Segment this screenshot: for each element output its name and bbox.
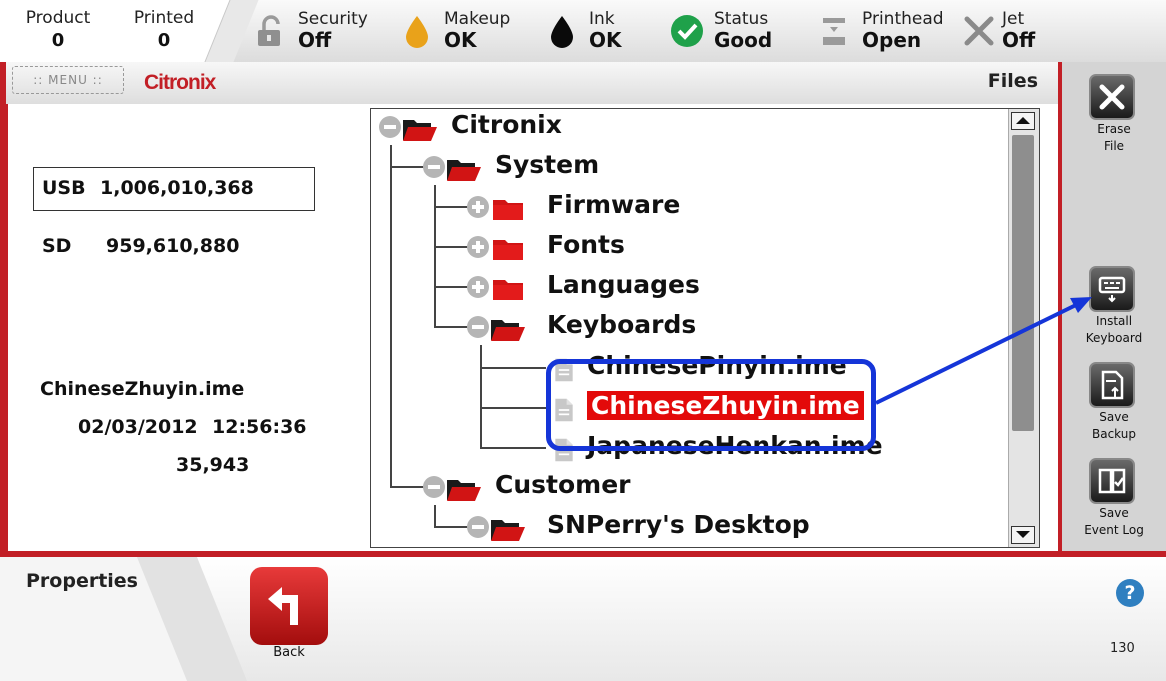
collapse-icon[interactable] — [423, 476, 445, 498]
open-folder-icon — [447, 480, 481, 501]
citronix-logo: Citronix — [144, 71, 216, 94]
usb-label: USB — [42, 177, 86, 199]
collapse-icon[interactable] — [423, 156, 445, 178]
usb-value: 1,006,010,368 — [100, 177, 254, 199]
yellow-drop-icon — [406, 16, 428, 48]
header-bar: :: MENU :: Citronix Files — [0, 62, 1058, 104]
ink-value: OK — [589, 28, 622, 52]
jet-value: Off — [1002, 28, 1036, 52]
menu-button[interactable]: :: MENU :: — [12, 66, 124, 94]
status-label: Status — [714, 9, 769, 29]
tree-scrollbar[interactable] — [1008, 109, 1039, 547]
sd-value: 959,610,880 — [106, 235, 240, 257]
unlocked-padlock-icon — [258, 15, 280, 46]
erase-label-line1: Erase — [1097, 122, 1131, 136]
expand-icon[interactable] — [467, 236, 489, 258]
collapse-icon[interactable] — [379, 116, 401, 138]
open-folder-icon — [491, 520, 525, 541]
install-label-line1: Install — [1095, 314, 1133, 328]
security-label: Security — [298, 9, 368, 29]
save-backup-button[interactable]: Save Backup — [1084, 362, 1144, 442]
scroll-down-button[interactable] — [1011, 526, 1035, 544]
printhead-icon — [823, 18, 845, 45]
log-label-line2: Event Log — [1084, 523, 1144, 537]
printhead-label: Printhead — [862, 9, 944, 29]
open-folder-icon — [491, 320, 525, 341]
backup-label-line2: Backup — [1092, 427, 1136, 441]
tree-label-fonts: Fonts — [547, 230, 625, 259]
black-drop-icon — [551, 16, 573, 48]
expand-icon[interactable] — [467, 196, 489, 218]
counters-panel: Product 0 Printed 0 — [0, 0, 232, 62]
tree-line — [480, 367, 546, 369]
install-label-line2: Keyboard — [1085, 331, 1143, 345]
back-button[interactable] — [250, 567, 328, 645]
product-label: Product — [25, 8, 91, 28]
tree-label-firmware: Firmware — [547, 190, 681, 219]
annotation-highlight-box — [546, 359, 876, 451]
x-icon — [964, 16, 994, 46]
action-sidebar: Erase File Install Keyboard Save Backup — [1058, 62, 1166, 553]
file-tree[interactable]: Citronix System Firmware Fonts Languages… — [370, 108, 1040, 548]
printed-label: Printed — [133, 8, 195, 28]
help-icon[interactable]: ? — [1116, 579, 1144, 607]
printed-counter: Printed 0 — [128, 8, 200, 51]
tree-line — [390, 145, 392, 486]
tree-line — [434, 505, 436, 527]
product-counter: Product 0 — [22, 8, 94, 51]
folder-icon — [493, 200, 523, 220]
expand-icon[interactable] — [467, 276, 489, 298]
properties-title: Properties — [26, 570, 138, 592]
back-label: Back — [273, 645, 305, 660]
tree-line — [480, 447, 546, 449]
save-event-log-button[interactable]: Save Event Log — [1084, 458, 1144, 538]
keyboard-install-icon — [1089, 266, 1135, 312]
selected-file-name: ChineseZhuyin.ime — [40, 378, 245, 400]
open-folder-icon — [403, 120, 437, 141]
tree-label-citronix: Citronix — [451, 110, 562, 139]
security-value: Off — [298, 28, 332, 52]
selected-file-size: 35,943 — [176, 454, 250, 476]
selected-file-date: 02/03/2012 — [78, 416, 198, 438]
green-check-icon — [671, 15, 703, 47]
close-icon — [1089, 74, 1135, 120]
erase-file-button[interactable]: Erase File — [1084, 74, 1144, 154]
screen-number: 130 — [1110, 641, 1135, 656]
jet-label: Jet — [1002, 9, 1025, 29]
makeup-value: OK — [444, 28, 477, 52]
backup-label-line1: Save — [1099, 410, 1129, 424]
install-keyboard-button[interactable]: Install Keyboard — [1084, 266, 1144, 346]
scroll-up-button[interactable] — [1011, 112, 1035, 130]
collapse-icon[interactable] — [467, 516, 489, 538]
page-title: Files — [987, 70, 1038, 92]
left-accent-border — [0, 104, 8, 555]
tree-line — [480, 407, 546, 409]
sd-label: SD — [42, 235, 72, 257]
makeup-label: Makeup — [444, 9, 511, 29]
scroll-thumb[interactable] — [1012, 135, 1034, 431]
collapse-icon[interactable] — [467, 316, 489, 338]
tree-label-languages: Languages — [547, 270, 700, 299]
tree-line — [480, 345, 482, 447]
folder-icon — [493, 280, 523, 300]
bottom-bar: Properties Back ? 130 — [0, 557, 1166, 681]
folder-icon — [493, 240, 523, 260]
tree-label-desktop: SNPerry's Desktop — [547, 510, 810, 539]
tree-label-keyboards: Keyboards — [547, 310, 697, 339]
tree-label-system: System — [495, 150, 600, 179]
status-value: Good — [714, 28, 773, 52]
product-value: 0 — [51, 30, 65, 51]
erase-label-line2: File — [1103, 139, 1125, 153]
status-bar: Product 0 Printed 0 Security Off Makeup … — [0, 0, 1166, 63]
log-label-line1: Save — [1099, 506, 1129, 520]
printed-value: 0 — [157, 30, 171, 51]
open-folder-icon — [447, 160, 481, 181]
book-check-icon — [1089, 458, 1135, 504]
printhead-value: Open — [862, 28, 922, 52]
selected-file-time: 12:56:36 — [212, 416, 307, 438]
tree-label-customer: Customer — [495, 470, 631, 499]
document-upload-icon — [1089, 362, 1135, 408]
ink-label: Ink — [589, 9, 615, 29]
turn-left-arrow-icon — [268, 587, 298, 625]
